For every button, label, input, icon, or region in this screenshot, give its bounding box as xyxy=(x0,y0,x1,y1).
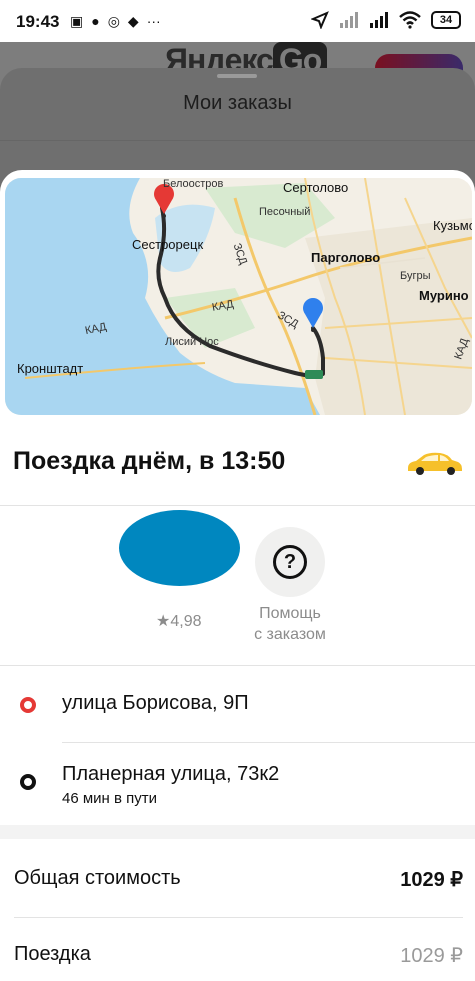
ride-cost-value: 1029 ₽ xyxy=(400,945,463,967)
viber-icon: ◎ xyxy=(107,13,120,29)
trip-duration: 46 мин в пути xyxy=(62,790,158,807)
question-icon: ? xyxy=(273,545,307,579)
map-label-pargolovo: Парголово xyxy=(311,250,381,265)
status-time: 19:43 xyxy=(16,12,60,31)
battery-indicator: 34 xyxy=(431,11,461,29)
help-label[interactable]: Помощь с заказом xyxy=(230,603,350,645)
taxi-car-icon xyxy=(408,452,462,475)
more-icon: ··· xyxy=(146,13,161,29)
orders-drag-handle[interactable] xyxy=(217,74,257,78)
driver-avatar[interactable] xyxy=(119,510,240,586)
total-cost-value: 1029 ₽ xyxy=(400,869,463,891)
map-graphic xyxy=(5,178,472,415)
map-label-sestroretsk: Сестрорецк xyxy=(132,237,204,252)
divider xyxy=(14,917,463,918)
notification-icons: ▣ ● ◎ ◆ ··· xyxy=(70,13,161,29)
orders-title: Мои заказы xyxy=(183,92,292,114)
map-label-beloostrov: Белоостров xyxy=(163,178,224,190)
route-map[interactable]: Белоостров Сертолово Сестрорецк Песочный… xyxy=(5,178,472,415)
signal-icon xyxy=(340,12,358,28)
system-icons: 34 xyxy=(311,11,461,29)
nfc-icon: ▣ xyxy=(70,13,84,29)
section-gap xyxy=(0,825,475,839)
map-label-lisy-nos: Лисий Нос xyxy=(165,336,219,348)
wifi-icon xyxy=(399,11,421,29)
help-button[interactable]: ? xyxy=(255,527,325,597)
map-label-sertolovo: Сертолово xyxy=(283,180,349,195)
map-label-pesochny: Песочный xyxy=(259,206,311,218)
help-label-line2: с заказом xyxy=(254,626,326,643)
order-detail-sheet: Белоостров Сертолово Сестрорецк Песочный… xyxy=(0,170,475,981)
signal-icon xyxy=(370,12,388,28)
map-label-kuzmolovsky: Кузьмо xyxy=(433,218,472,233)
divider xyxy=(0,665,475,666)
destination-address: Планерная улица, 73к2 xyxy=(62,763,280,785)
map-label-murino: Мурино xyxy=(419,288,469,303)
location-arrow-icon xyxy=(311,11,329,29)
help-label-line1: Помощь xyxy=(259,605,321,622)
destination-marker-icon xyxy=(20,774,36,790)
status-bar: 19:43 ▣ ● ◎ ◆ ··· 34 xyxy=(0,0,475,42)
ride-cost-label: Поездка xyxy=(14,943,91,965)
divider xyxy=(0,140,475,141)
trip-title: Поездка днём, в 13:50 xyxy=(13,447,286,475)
map-label-kronshtadt: Кронштадт xyxy=(17,361,84,376)
total-cost-label: Общая стоимость xyxy=(14,867,181,889)
chat-icon: ● xyxy=(91,13,100,29)
divider xyxy=(62,742,475,743)
map-label-bugry: Бугры xyxy=(400,270,431,282)
driver-rating: ★4,98 xyxy=(156,613,202,630)
divider xyxy=(0,505,475,506)
message-icon: ◆ xyxy=(127,13,139,29)
origin-marker-icon xyxy=(20,697,36,713)
origin-address: улица Борисова, 9П xyxy=(62,692,249,714)
